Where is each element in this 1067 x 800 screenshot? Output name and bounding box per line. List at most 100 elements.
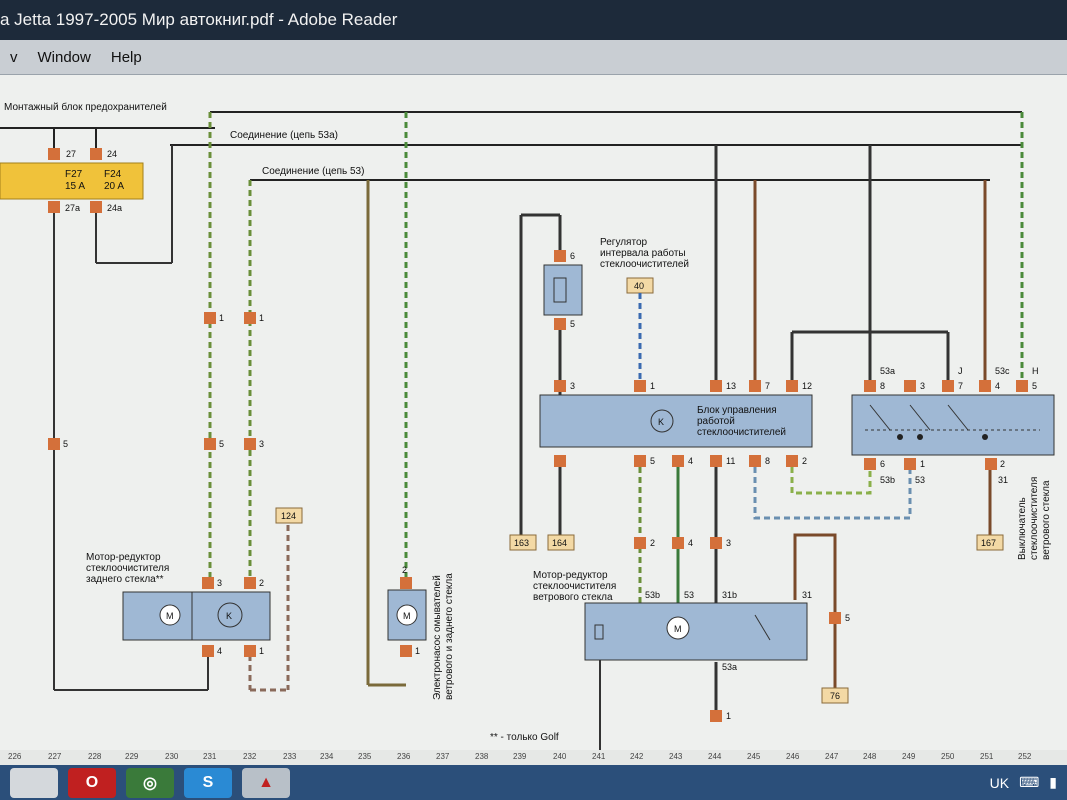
pin-cu11: 11 — [726, 456, 735, 466]
pin-fm2: 2 — [650, 538, 655, 548]
pin-a5: 5 — [63, 439, 68, 449]
svg-text:76: 76 — [830, 691, 840, 701]
pin-reg5: 5 — [570, 319, 575, 329]
fuse-block-label: Монтажный блок предохранителей — [4, 101, 167, 113]
pin-b5: 5 — [219, 439, 224, 449]
pin-r2: 2 — [259, 578, 264, 588]
pin-cu4: 4 — [688, 456, 693, 466]
control-unit-line2: работой — [697, 415, 735, 427]
window-title: a Jetta 1997-2005 Мир автокниг.pdf - Ado… — [0, 10, 398, 29]
washer-pump: M Электронасос омывателей ветрового и за… — [387, 573, 455, 700]
pin-sw4: 4 — [995, 381, 1000, 391]
pin-fm4: 4 — [688, 538, 693, 548]
control-unit-line1: Блок управления — [697, 405, 777, 416]
svg-text:K: K — [658, 417, 664, 427]
wiper-switch: 8 3 7 4 5 53a J 53c H 6 1 2 53b 53 31 Вы… — [851, 366, 1055, 560]
regulator-line1: Регулятор — [600, 237, 647, 248]
pin-cu12: 12 — [802, 381, 812, 391]
pin-fm5: 5 — [845, 613, 850, 623]
pin-sw6: 6 — [880, 459, 885, 469]
pin-fm53: 53 — [684, 590, 694, 600]
ref-164: 164 — [547, 534, 575, 551]
language-indicator[interactable]: UK — [990, 775, 1009, 791]
fuse1-bottom-pin: 27a — [65, 203, 80, 213]
fuse1-rating: 15 A — [65, 181, 85, 192]
svg-text:M: M — [166, 611, 174, 621]
pin-fm31: 31 — [802, 590, 812, 600]
pin-fm31b: 31b — [722, 590, 737, 600]
pin-sw2: 2 — [1000, 459, 1005, 469]
network-signal-icon[interactable]: ▮ — [1049, 774, 1057, 791]
rear-motor-line1: Мотор-редуктор — [86, 552, 161, 563]
fuse1-name: F27 — [65, 169, 83, 180]
menu-bar: v Window Help — [0, 40, 1067, 75]
connection-53-label: Соединение (цепь 53) — [262, 166, 364, 177]
front-motor-line3: ветрового стекла — [533, 592, 613, 603]
fuse2-top-pin: 24 — [107, 149, 117, 159]
adobe-reader-icon[interactable]: ▲ — [242, 767, 290, 798]
svg-text:167: 167 — [981, 538, 996, 548]
svg-text:M: M — [403, 611, 411, 621]
connection-53a-label: Соединение (цепь 53a) — [230, 130, 338, 141]
pin-sw53a: 53a — [880, 366, 895, 376]
skype-icon[interactable]: S — [184, 767, 232, 798]
pin-sw53b: 53b — [880, 475, 895, 485]
svg-text:164: 164 — [552, 538, 567, 548]
footnote: ** - только Golf — [490, 732, 559, 743]
wiper-control-unit: K Блок управления работой стеклоочистите… — [539, 380, 813, 467]
svg-text:M: M — [674, 624, 682, 634]
interval-regulator: 6 5 Регулятор интервала работы стеклоочи… — [543, 237, 689, 330]
pin-r3: 3 — [217, 578, 222, 588]
window-title-bar: a Jetta 1997-2005 Мир автокниг.pdf - Ado… — [0, 0, 1067, 40]
pin-r4: 4 — [217, 646, 222, 656]
pin-sw53: 53 — [915, 475, 925, 485]
pin-cu2: 2 — [802, 456, 807, 466]
pin-sw31: 31 — [998, 475, 1008, 485]
rear-motor-line3: заднего стекла** — [86, 574, 164, 585]
fuse2-rating: 20 A — [104, 181, 124, 192]
ref-40: 40 — [626, 277, 654, 294]
pin-cu8: 8 — [765, 456, 770, 466]
pin-fm53a: 53a — [722, 662, 737, 672]
pin-reg6: 6 — [570, 251, 575, 261]
pin-p1: 1 — [415, 646, 420, 656]
rear-motor-line2: стеклоочистителя — [86, 563, 169, 574]
control-unit-line3: стеклоочистителей — [697, 427, 786, 438]
ref-124: 124 — [275, 507, 303, 524]
ref-163: 163 — [509, 534, 537, 551]
pin-sw8: 8 — [880, 381, 885, 391]
wiring-diagram: Монтажный блок предохранителей 27 24 F27… — [0, 101, 1055, 750]
fuse-block: Монтажный блок предохранителей 27 24 F27… — [0, 101, 167, 213]
pin-cu3: 3 — [570, 381, 575, 391]
menu-item-help[interactable]: Help — [101, 49, 152, 66]
pin-sw53c: 53c — [995, 366, 1010, 376]
front-wiper-motor: Мотор-редуктор стеклоочистителя ветровог… — [533, 537, 850, 722]
pin-swH: H — [1032, 366, 1039, 376]
chrome-browser-icon[interactable]: ◎ — [126, 767, 174, 798]
menu-item-window[interactable]: Window — [28, 49, 101, 66]
pin-fm53b: 53b — [645, 590, 660, 600]
pin-cu7: 7 — [765, 381, 770, 391]
pdf-document-view[interactable]: Монтажный блок предохранителей 27 24 F27… — [0, 75, 1067, 765]
switch-line3: ветрового стекла — [1041, 480, 1052, 560]
windows-explorer-icon[interactable] — [10, 767, 58, 798]
fuse1-top-pin: 27 — [66, 149, 76, 159]
pin-a1: 1 — [259, 313, 264, 323]
pin-fm3: 3 — [726, 538, 731, 548]
pin-b1: 1 — [219, 313, 224, 323]
pin-r1: 1 — [259, 646, 264, 656]
rear-wiper-motor: M K Мотор-редуктор стеклоочистителя задн… — [86, 552, 271, 641]
pin-sw7: 7 — [958, 381, 963, 391]
keyboard-icon[interactable]: ⌨ — [1019, 774, 1039, 791]
menu-item-view[interactable]: v — [0, 49, 28, 66]
svg-text:K: K — [226, 611, 232, 621]
pin-sw3: 3 — [920, 381, 925, 391]
fuse2-name: F24 — [104, 169, 122, 180]
pin-p2: 2 — [402, 565, 407, 575]
pin-cu13: 13 — [726, 381, 736, 391]
regulator-line2: интервала работы — [600, 247, 686, 259]
opera-browser-icon[interactable]: O — [68, 767, 116, 798]
taskbar: O ◎ S ▲ UK ⌨ ▮ — [0, 765, 1067, 800]
front-motor-line2: стеклоочистителя — [533, 581, 616, 592]
pin-sw5: 5 — [1032, 381, 1037, 391]
